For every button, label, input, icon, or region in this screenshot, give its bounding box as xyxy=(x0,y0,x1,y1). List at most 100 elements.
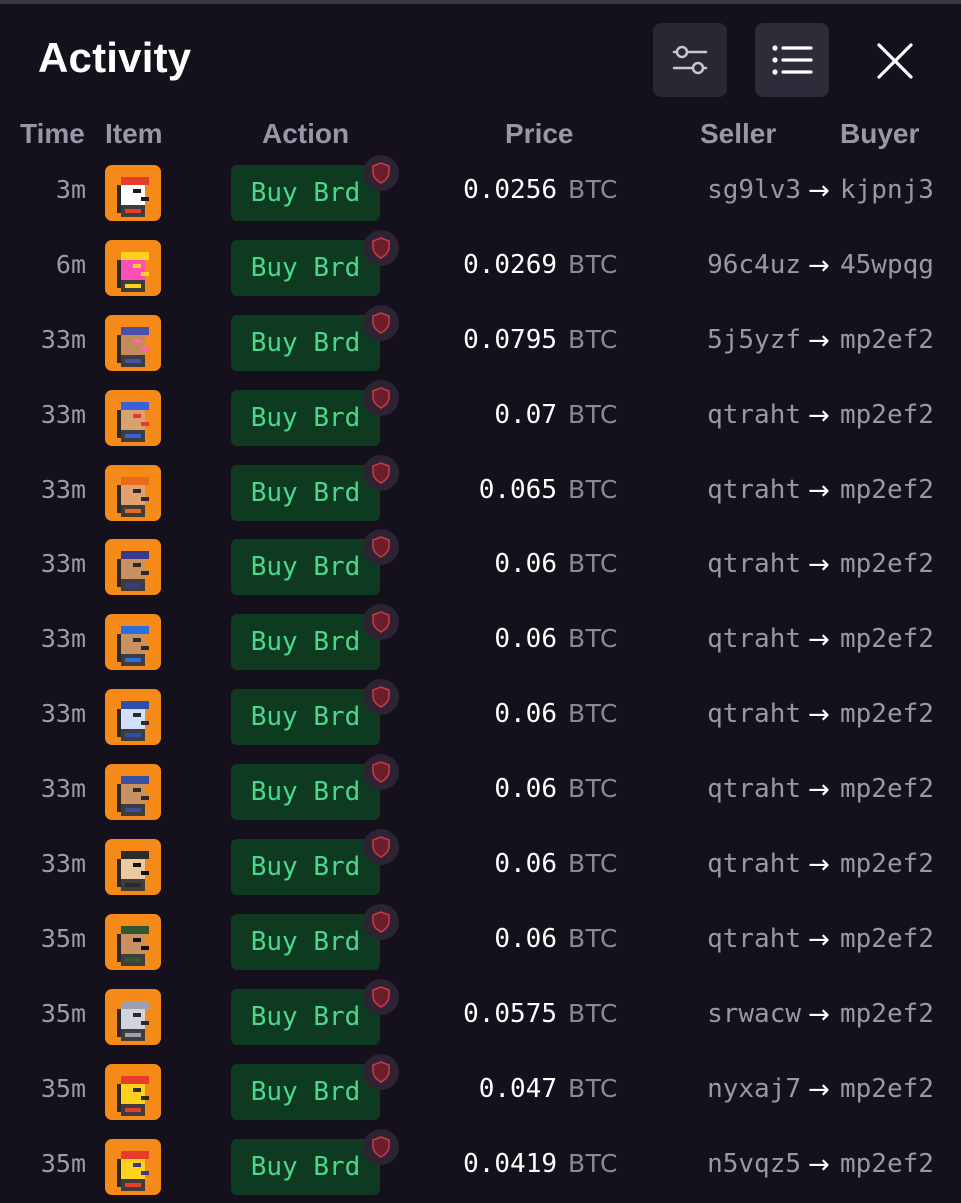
buyer-address[interactable]: mp2ef2 xyxy=(840,774,934,804)
action-button[interactable]: Buy Brd xyxy=(231,988,380,1045)
buyer-address[interactable]: mp2ef2 xyxy=(840,1074,934,1104)
buyer-address[interactable]: mp2ef2 xyxy=(840,400,934,430)
seller-address[interactable]: 5j5yzf xyxy=(707,325,801,355)
seller-address[interactable]: qtraht xyxy=(707,400,801,430)
buyer-address[interactable]: mp2ef2 xyxy=(840,1149,934,1179)
table-row[interactable]: 33m Buy Brd 0.07 BTC qtraht → mp2ef2 xyxy=(0,379,961,455)
arrow-right-icon: → xyxy=(808,999,830,1030)
seller-address[interactable]: sg9lv3 xyxy=(707,175,801,205)
buyer-address[interactable]: mp2ef2 xyxy=(840,549,934,579)
seller-address[interactable]: qtraht xyxy=(707,849,801,879)
action-button[interactable]: Buy Brd xyxy=(231,689,380,746)
pixel-art-icon xyxy=(117,1150,149,1191)
pixel-art-icon xyxy=(117,776,149,817)
shield-badge xyxy=(363,529,399,566)
action-button[interactable]: Buy Brd xyxy=(231,839,380,896)
action-button[interactable]: Buy Brd xyxy=(231,913,380,970)
arrow-right-icon: → xyxy=(808,325,830,356)
buyer-address[interactable]: kjpnj3 xyxy=(840,175,934,205)
table-row[interactable]: 33m Buy Brd 0.0795 BTC 5j5yzf → mp2ef2 xyxy=(0,304,961,380)
pixel-art-icon xyxy=(117,401,149,442)
buyer-address[interactable]: mp2ef2 xyxy=(840,325,934,355)
arrow-right-icon: → xyxy=(808,176,830,206)
price-unit: BTC xyxy=(568,249,618,279)
item-thumbnail[interactable] xyxy=(105,389,161,446)
table-row[interactable]: 33m Buy Brd 0.06 BTC qtraht → mp2ef2 xyxy=(0,529,961,604)
buyer-address[interactable]: mp2ef2 xyxy=(840,699,934,729)
filter-button[interactable] xyxy=(653,23,727,97)
table-row[interactable]: 35m Buy Brd 0.0575 BTC srwacw → mp2ef2 xyxy=(0,978,961,1054)
shield-badge xyxy=(363,1128,399,1165)
price-value: 0.06 xyxy=(494,774,557,805)
price-value: 0.047 xyxy=(478,1073,557,1104)
seller-address[interactable]: qtraht xyxy=(707,549,801,579)
item-thumbnail[interactable] xyxy=(105,539,161,596)
seller-address[interactable]: n5vqz5 xyxy=(707,1149,801,1179)
action-button[interactable]: Buy Brd xyxy=(231,1138,380,1195)
activity-header: Activity xyxy=(0,0,961,120)
table-row[interactable]: 33m Buy Brd 0.06 BTC qtraht → mp2ef2 xyxy=(0,604,961,679)
table-row[interactable]: 3m Buy Brd 0.0256 BTC sg9lv3 → kjpnj3 xyxy=(0,155,961,230)
price-value: 0.06 xyxy=(494,624,557,655)
action-button[interactable]: Buy Brd xyxy=(231,165,380,221)
seller-address[interactable]: qtraht xyxy=(707,774,801,804)
buyer-address[interactable]: mp2ef2 xyxy=(840,849,934,879)
table-row[interactable]: 6m Buy Brd 0.0269 BTC 96c4uz → 45wpqg xyxy=(0,229,961,305)
action-button[interactable]: Buy Brd xyxy=(231,464,380,521)
price-value: 0.07 xyxy=(494,399,557,430)
table-row[interactable]: 35m Buy Brd 0.047 BTC nyxaj7 → mp2ef2 xyxy=(0,1053,961,1129)
action-button[interactable]: Buy Brd xyxy=(231,239,380,296)
arrow-right-icon: → xyxy=(808,775,830,806)
item-thumbnail[interactable] xyxy=(105,988,161,1045)
table-row[interactable]: 33m Buy Brd 0.06 BTC qtraht → mp2ef2 xyxy=(0,829,961,904)
action-button[interactable]: Buy Brd xyxy=(231,614,380,671)
buyer-address[interactable]: mp2ef2 xyxy=(840,999,934,1029)
item-thumbnail[interactable] xyxy=(105,913,161,970)
seller-address[interactable]: qtraht xyxy=(707,699,801,729)
item-thumbnail[interactable] xyxy=(105,1138,161,1195)
seller-address[interactable]: srwacw xyxy=(707,999,801,1029)
item-thumbnail[interactable] xyxy=(105,1063,161,1120)
table-row[interactable]: 33m Buy Brd 0.06 BTC qtraht → mp2ef2 xyxy=(0,754,961,829)
price-value: 0.065 xyxy=(478,474,557,505)
buyer-address[interactable]: mp2ef2 xyxy=(840,475,934,505)
item-thumbnail[interactable] xyxy=(105,689,161,746)
item-thumbnail[interactable] xyxy=(105,839,161,896)
item-thumbnail[interactable] xyxy=(105,464,161,521)
price-unit: BTC xyxy=(568,923,618,953)
seller-address[interactable]: 96c4uz xyxy=(707,250,801,280)
action-button[interactable]: Buy Brd xyxy=(231,1063,380,1120)
table-row[interactable]: 35m Buy Brd 0.0419 BTC n5vqz5 → mp2ef2 xyxy=(0,1128,961,1203)
buyer-address[interactable]: mp2ef2 xyxy=(840,624,934,654)
action-button[interactable]: Buy Brd xyxy=(231,389,380,446)
list-view-button[interactable] xyxy=(755,23,829,97)
shield-badge xyxy=(363,229,399,266)
row-time: 33m xyxy=(40,474,86,504)
pixel-art-icon xyxy=(117,1075,149,1116)
seller-address[interactable]: qtraht xyxy=(707,924,801,954)
buyer-address[interactable]: 45wpqg xyxy=(840,250,934,280)
item-thumbnail[interactable] xyxy=(105,764,161,821)
item-thumbnail[interactable] xyxy=(105,239,161,296)
column-header-item: Item xyxy=(105,118,163,149)
price-unit: BTC xyxy=(568,474,618,504)
table-row[interactable]: 33m Buy Brd 0.06 BTC qtraht → mp2ef2 xyxy=(0,679,961,754)
item-thumbnail[interactable] xyxy=(105,614,161,671)
action-button[interactable]: Buy Brd xyxy=(231,314,380,371)
list-icon xyxy=(772,45,813,75)
close-button[interactable] xyxy=(868,34,922,88)
action-button[interactable]: Buy Brd xyxy=(231,764,380,821)
table-row[interactable]: 33m Buy Brd 0.065 BTC qtraht → mp2ef2 xyxy=(0,454,961,530)
seller-address[interactable]: qtraht xyxy=(707,624,801,654)
seller-address[interactable]: qtraht xyxy=(707,475,801,505)
pixel-art-icon xyxy=(117,326,149,367)
item-thumbnail[interactable] xyxy=(105,314,161,371)
row-time: 33m xyxy=(40,324,86,354)
buyer-address[interactable]: mp2ef2 xyxy=(840,924,934,954)
shield-icon xyxy=(372,162,390,184)
seller-address[interactable]: nyxaj7 xyxy=(707,1074,801,1104)
pixel-art-icon xyxy=(117,626,149,667)
item-thumbnail[interactable] xyxy=(105,165,161,221)
action-button[interactable]: Buy Brd xyxy=(231,539,380,596)
table-row[interactable]: 35m Buy Brd 0.06 BTC qtraht → mp2ef2 xyxy=(0,903,961,979)
